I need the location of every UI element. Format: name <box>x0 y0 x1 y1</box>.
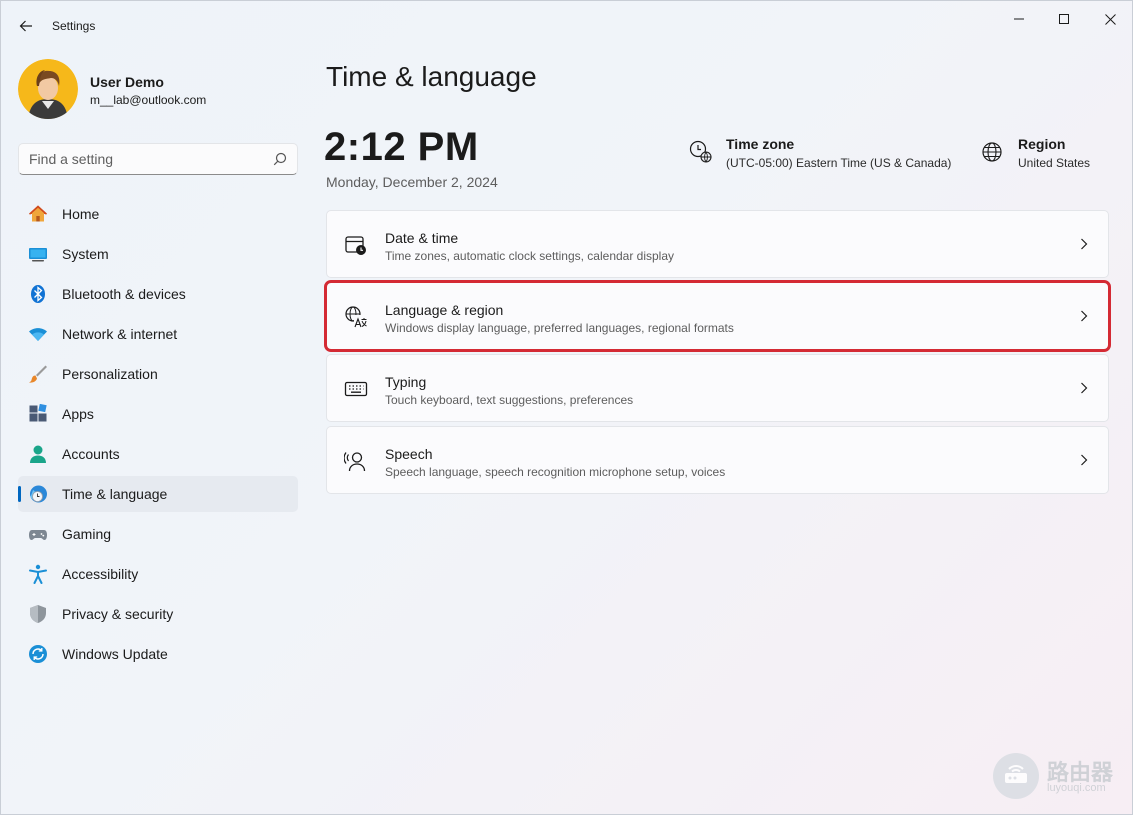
region-value: United States <box>1018 156 1091 170</box>
typing-card[interactable]: Typing Touch keyboard, text suggestions,… <box>326 354 1109 422</box>
watermark-subtext: luyouqi.com <box>1047 782 1106 794</box>
bluetooth-icon <box>28 284 48 304</box>
sidebar-item-label: Home <box>62 206 100 222</box>
app-title: Settings <box>52 19 96 33</box>
date-time-card[interactable]: Date & time Time zones, automatic clock … <box>326 210 1109 278</box>
user-avatar-icon <box>18 59 78 119</box>
keyboard-icon <box>344 381 368 397</box>
timezone-icon <box>689 140 712 163</box>
card-title: Date & time <box>385 230 459 246</box>
card-description: Time zones, automatic clock settings, ca… <box>385 249 675 263</box>
sidebar-item-label: Gaming <box>62 526 112 542</box>
sidebar-item-label: Network & internet <box>62 326 178 342</box>
card-title: Language & region <box>385 302 504 318</box>
sidebar-item-bluetooth[interactable]: Bluetooth & devices <box>18 276 298 312</box>
sidebar-item-label: Apps <box>62 406 94 422</box>
user-name: User Demo <box>90 74 164 90</box>
system-icon <box>28 244 48 264</box>
router-logo-icon <box>993 753 1039 799</box>
globe-icon <box>982 142 1002 162</box>
wifi-icon <box>28 324 48 344</box>
search-box[interactable] <box>18 143 298 175</box>
sidebar-item-label: Accessibility <box>62 566 139 582</box>
chevron-right-icon <box>1081 310 1088 322</box>
sidebar-item-label: Accounts <box>62 446 120 462</box>
sidebar-item-accounts[interactable]: Accounts <box>18 436 298 472</box>
accounts-icon <box>28 444 48 464</box>
chevron-right-icon <box>1081 238 1088 250</box>
search-input[interactable] <box>29 144 264 174</box>
sidebar-item-label: Privacy & security <box>62 606 174 622</box>
timezone-label: Time zone <box>726 136 795 152</box>
sidebar-item-gaming[interactable]: Gaming <box>18 516 298 552</box>
card-description: Touch keyboard, text suggestions, prefer… <box>385 393 634 407</box>
card-title: Typing <box>385 374 427 390</box>
settings-window: Settings User Demo m__lab@outlook.com Fi… <box>0 0 1133 815</box>
close-button[interactable] <box>1087 5 1133 33</box>
sidebar-item-label: Bluetooth & devices <box>62 286 186 302</box>
title-bar: Settings <box>1 1 1132 49</box>
speech-icon <box>344 452 366 472</box>
page-title: Time & language <box>326 61 537 92</box>
update-icon <box>28 644 48 664</box>
maximize-button[interactable] <box>1041 5 1087 33</box>
sidebar-item-home[interactable]: Home <box>18 196 298 232</box>
card-description: Speech language, speech recognition micr… <box>385 465 726 479</box>
sidebar-item-label: Time & language <box>62 486 168 502</box>
speech-card[interactable]: Speech Speech language, speech recogniti… <box>326 426 1109 494</box>
shield-icon <box>28 604 48 624</box>
chevron-right-icon <box>1081 454 1088 466</box>
sidebar-item-privacy[interactable]: Privacy & security <box>18 596 298 632</box>
sidebar-nav: Home System Bluetooth & devices Network … <box>18 196 298 676</box>
sidebar-item-time-language[interactable]: Time & language <box>18 476 298 512</box>
card-title: Speech <box>385 446 433 462</box>
sidebar-item-personalization[interactable]: Personalization <box>18 356 298 392</box>
sidebar-item-network[interactable]: Network & internet <box>18 316 298 352</box>
language-region-card[interactable]: Language & region Windows display langua… <box>324 280 1111 352</box>
minimize-icon <box>1014 18 1024 20</box>
avatar[interactable] <box>18 59 78 119</box>
calendar-clock-icon <box>345 236 366 255</box>
chevron-right-icon <box>1081 382 1088 394</box>
sidebar-item-label: System <box>62 246 109 262</box>
sidebar-item-label: Windows Update <box>62 646 168 662</box>
card-description: Windows display language, preferred lang… <box>385 321 734 335</box>
accessibility-icon <box>28 564 48 584</box>
maximize-icon <box>1059 14 1069 24</box>
search-icon[interactable] <box>273 152 287 166</box>
back-arrow-icon <box>19 20 32 32</box>
sidebar-item-accessibility[interactable]: Accessibility <box>18 556 298 592</box>
brush-icon <box>28 364 48 384</box>
timezone-value: (UTC-05:00) Eastern Time (US & Canada) <box>726 156 952 170</box>
current-date: Monday, December 2, 2024 <box>326 174 498 190</box>
watermark: 路由器 luyouqi.com <box>993 753 1123 801</box>
language-icon <box>345 306 367 328</box>
current-time: 2:12 PM <box>324 125 479 169</box>
close-icon <box>1104 13 1116 25</box>
minimize-button[interactable] <box>996 5 1042 33</box>
back-button[interactable] <box>13 13 39 39</box>
sidebar-item-windows-update[interactable]: Windows Update <box>18 636 298 672</box>
home-icon <box>28 204 48 224</box>
gamepad-icon <box>28 524 48 544</box>
time-language-icon <box>28 484 48 504</box>
sidebar-item-label: Personalization <box>62 366 158 382</box>
sidebar-item-system[interactable]: System <box>18 236 298 272</box>
apps-icon <box>28 404 48 424</box>
sidebar-item-apps[interactable]: Apps <box>18 396 298 432</box>
region-label: Region <box>1018 136 1066 152</box>
user-email: m__lab@outlook.com <box>90 93 207 107</box>
